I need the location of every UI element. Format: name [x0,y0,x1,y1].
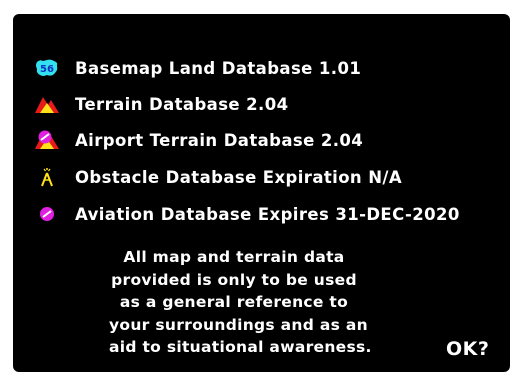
airport-terrain-icon [35,130,59,150]
basemap-land-icon: 56 [35,58,59,78]
terrain-icon [35,94,59,114]
disclaimer-notice: All map and terrain data provided is onl… [109,246,372,359]
database-row-basemap: 56 Basemap Land Database 1.01 [13,56,510,82]
disclaimer-line: your surroundings and as an [109,315,368,334]
disclaimer-line: provided is only to be used [111,270,357,289]
database-label: Terrain Database 2.04 [75,95,289,114]
aviation-icon [35,204,59,224]
svg-text:56: 56 [40,64,54,75]
database-label: Airport Terrain Database 2.04 [75,131,364,150]
database-label: Aviation Database Expires 31-DEC-2020 [75,205,460,224]
database-label: Obstacle Database Expiration N/A [75,168,403,187]
obstacle-icon [35,167,59,187]
database-row-terrain: Terrain Database 2.04 [13,92,510,118]
database-row-obstacle: Obstacle Database Expiration N/A [13,165,510,191]
database-info-screen: 56 Basemap Land Database 1.01 Terrain Da… [13,14,510,372]
database-row-aviation: Aviation Database Expires 31-DEC-2020 [13,202,510,228]
disclaimer-line: aid to situational awareness. [109,338,372,356]
ok-button[interactable]: OK? [446,338,489,360]
database-label: Basemap Land Database 1.01 [75,59,362,78]
disclaimer-line: as a general reference to [119,293,349,311]
database-row-airport-terrain: Airport Terrain Database 2.04 [13,128,510,154]
disclaimer-line: All map and terrain data [123,248,345,266]
